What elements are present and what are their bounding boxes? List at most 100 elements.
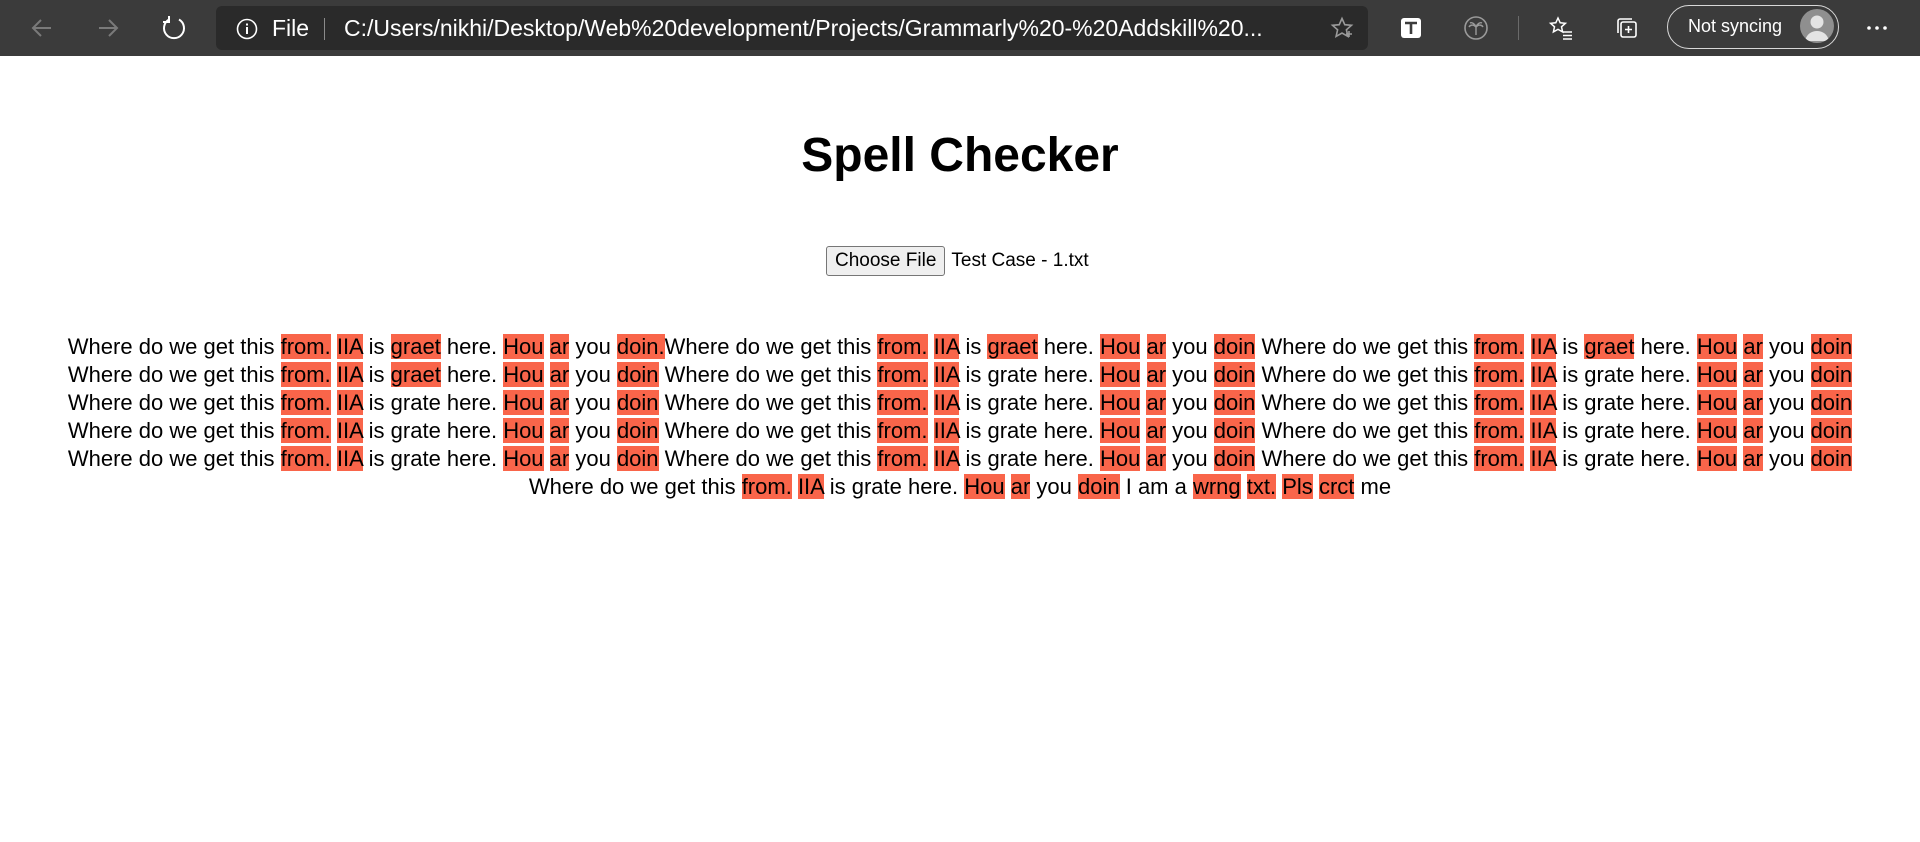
misspelled-word: IIA: [1530, 446, 1557, 471]
misspelled-word: IIA: [933, 334, 960, 359]
refresh-button[interactable]: [154, 8, 194, 48]
misspelled-word: Hou: [1696, 334, 1738, 359]
result-text: [331, 390, 337, 415]
misspelled-word: from.: [1474, 390, 1525, 415]
result-text: [928, 446, 934, 471]
profile-sync-button[interactable]: Not syncing: [1667, 5, 1839, 49]
misspelled-word: doin: [616, 362, 659, 387]
misspelled-word: ar: [1743, 334, 1763, 359]
misspelled-word: Hou: [1696, 446, 1738, 471]
result-text: Where do we get this: [664, 334, 878, 359]
misspelled-word: Hou: [1100, 362, 1141, 387]
misspelled-word: Hou: [503, 334, 544, 359]
sync-status-label: Not syncing: [1688, 16, 1783, 36]
misspelled-word: graet: [987, 334, 1038, 359]
favorites-button[interactable]: [1541, 8, 1581, 48]
misspelled-word: ar: [549, 362, 570, 387]
result-text: you: [1762, 446, 1811, 471]
result-text: you: [569, 390, 617, 415]
misspelled-word: crct: [1318, 474, 1355, 499]
misspelled-word: from.: [877, 418, 928, 443]
result-text: you: [569, 418, 617, 443]
misspelled-word: from.: [280, 362, 331, 387]
back-button[interactable]: [22, 8, 62, 48]
misspelled-word: ar: [1743, 446, 1763, 471]
result-line: Where do we get this from. IIA is grate …: [50, 473, 1870, 501]
misspelled-word: ar: [549, 418, 570, 443]
result-text: is grate here.: [1556, 390, 1697, 415]
result-text: [544, 334, 550, 359]
info-icon[interactable]: [236, 18, 258, 40]
misspelled-word: IIA: [1530, 418, 1557, 443]
misspelled-word: Hou: [1100, 446, 1141, 471]
result-text: you: [1762, 390, 1811, 415]
result-text: here.: [440, 362, 504, 387]
misspelled-word: from.: [877, 334, 928, 359]
result-text: Where do we get this: [1255, 446, 1475, 471]
misspelled-word: from.: [877, 446, 928, 471]
misspelled-word: ar: [1146, 446, 1167, 471]
result-text: you: [569, 334, 617, 359]
misspelled-word: doin: [616, 390, 659, 415]
misspelled-word: Hou: [964, 474, 1005, 499]
result-text: is grate here.: [823, 474, 965, 499]
misspelled-word: ar: [1146, 390, 1167, 415]
result-text: Where do we get this: [658, 446, 878, 471]
result-text: is grate here.: [362, 446, 504, 471]
result-text: here.: [440, 334, 504, 359]
result-text: is grate here.: [959, 390, 1100, 415]
address-divider: [324, 18, 325, 40]
misspelled-word: from.: [741, 474, 792, 499]
result-text: Where do we get this: [658, 362, 878, 387]
misspelled-word: doin: [1810, 390, 1853, 415]
result-text: you: [1030, 474, 1079, 499]
more-options-button[interactable]: [1857, 8, 1897, 48]
url-text[interactable]: C:/Users/nikhi/Desktop/Web%20development…: [344, 6, 1314, 50]
result-text: you: [569, 362, 617, 387]
misspelled-word: Hou: [1696, 390, 1738, 415]
collections-button[interactable]: [1607, 8, 1647, 48]
extension-t-button[interactable]: [1391, 8, 1431, 48]
misspelled-word: ar: [1743, 390, 1763, 415]
misspelled-word: doin: [1213, 418, 1256, 443]
misspelled-word: IIA: [1530, 362, 1557, 387]
result-text: Where do we get this: [658, 418, 878, 443]
misspelled-word: IIA: [336, 390, 363, 415]
forward-button[interactable]: [88, 8, 128, 48]
result-text: you: [1762, 334, 1811, 359]
address-bar[interactable]: File C:/Users/nikhi/Desktop/Web%20develo…: [216, 6, 1368, 50]
misspelled-word: from.: [877, 390, 928, 415]
misspelled-word: Hou: [1100, 334, 1141, 359]
misspelled-word: ar: [549, 334, 570, 359]
misspelled-word: doin: [1810, 446, 1853, 471]
misspelled-word: graet: [390, 362, 441, 387]
misspelled-word: doin: [1213, 334, 1256, 359]
misspelled-word: IIA: [336, 446, 363, 471]
misspelled-word: IIA: [933, 362, 960, 387]
result-text: you: [1166, 334, 1214, 359]
selected-file-name: Test Case - 1.txt: [951, 250, 1089, 271]
result-text: [544, 446, 550, 471]
spell-check-result: Where do we get this from. IIA is graet …: [50, 333, 1870, 501]
arrow-left-icon: [31, 19, 51, 37]
result-line: Where do we get this from. IIA is graet …: [50, 333, 1870, 361]
result-text: is grate here.: [1556, 362, 1697, 387]
add-favorite-star-icon[interactable]: [1330, 16, 1354, 40]
result-text: Where do we get this: [1255, 334, 1475, 359]
avatar: [1800, 9, 1834, 43]
misspelled-word: doin: [1213, 446, 1256, 471]
misspelled-word: ar: [1743, 362, 1763, 387]
file-input[interactable]: Choose File Test Case - 1.txt: [826, 246, 1089, 276]
choose-file-button[interactable]: Choose File: [826, 246, 946, 276]
result-text: is grate here.: [959, 418, 1100, 443]
result-text: is grate here.: [1556, 446, 1697, 471]
misspelled-word: doin: [1810, 334, 1853, 359]
result-text: you: [1166, 390, 1214, 415]
result-text: here.: [1634, 334, 1697, 359]
misspelled-word: from.: [877, 362, 928, 387]
extension-palm-button[interactable]: [1456, 8, 1496, 48]
misspelled-word: Hou: [1696, 418, 1738, 443]
result-text: Where do we get this: [67, 446, 281, 471]
misspelled-word: ar: [1146, 334, 1167, 359]
page-title: Spell Checker: [801, 129, 1119, 182]
